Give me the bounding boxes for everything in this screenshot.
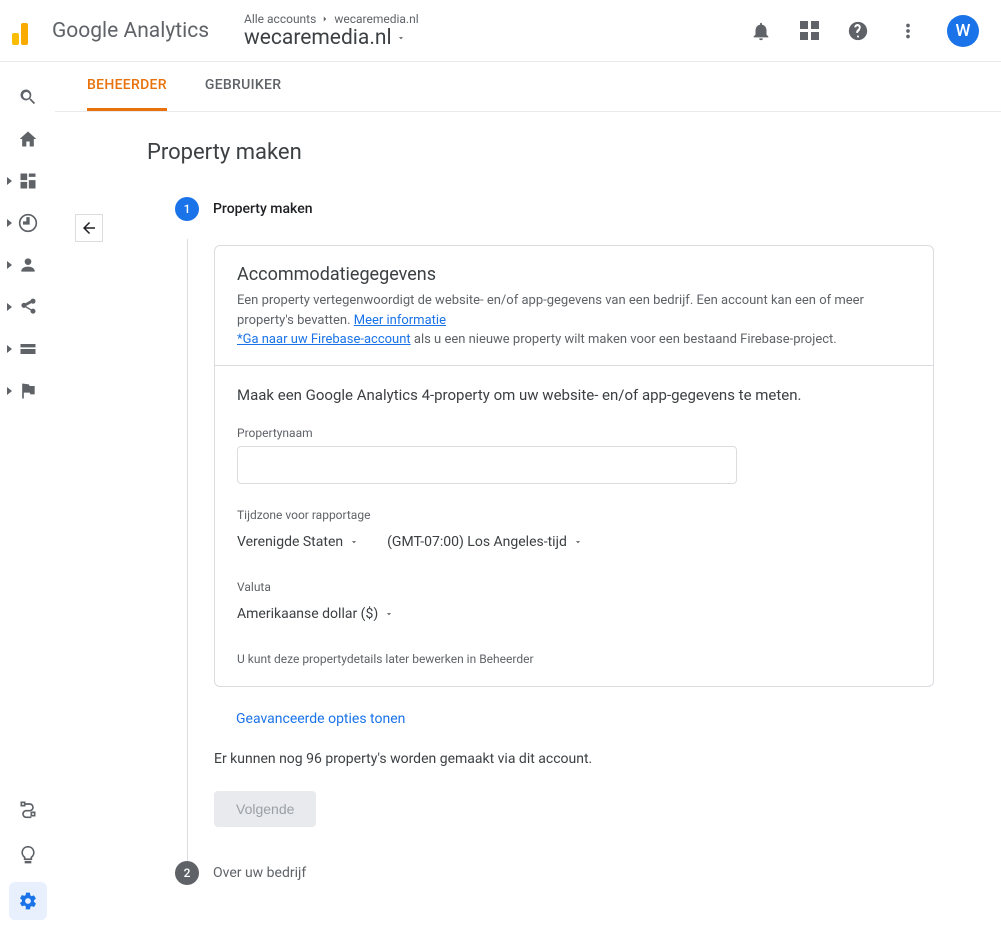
product-name: Google Analytics xyxy=(52,19,209,43)
sidebar-admin[interactable] xyxy=(9,882,47,920)
card-desc-text: Een property vertegenwoordigt de website… xyxy=(237,293,864,328)
dashboard-icon xyxy=(18,171,38,191)
chevron-down-icon xyxy=(396,33,406,43)
gear-icon xyxy=(18,891,38,911)
step-2-label: Over uw bedrijf xyxy=(213,865,306,881)
sidebar-flag[interactable] xyxy=(9,372,47,410)
chevron-down-icon xyxy=(573,537,583,547)
more-info-link[interactable]: Meer informatie xyxy=(354,313,446,328)
bulb-icon xyxy=(18,845,38,865)
currency-dropdown[interactable]: Amerikaanse dollar ($) xyxy=(237,600,911,628)
sidebar-attribution[interactable] xyxy=(9,790,47,828)
card-body: Maak een Google Analytics 4-property om … xyxy=(215,366,933,686)
caret-icon xyxy=(7,177,12,185)
tab-user[interactable]: GEBRUIKER xyxy=(205,62,282,111)
step-1-header: 1 Property maken xyxy=(175,197,1001,221)
sidebar-home[interactable] xyxy=(9,120,47,158)
caret-icon xyxy=(7,345,12,353)
timezone-offset-dropdown[interactable]: (GMT-07:00) Los Angeles-tijd xyxy=(387,528,583,556)
tz-offset-value: (GMT-07:00) Los Angeles-tijd xyxy=(387,534,567,550)
card-icon xyxy=(18,339,38,359)
card-head: Accommodatiegegevens Een property verteg… xyxy=(215,246,933,366)
more-vert-icon[interactable] xyxy=(897,20,919,42)
currency-value: Amerikaanse dollar ($) xyxy=(237,606,378,622)
ga4-message: Maak een Google Analytics 4-property om … xyxy=(237,386,911,404)
step-1-body: Accommodatiegegevens Een property verteg… xyxy=(187,239,1001,861)
chevron-right-icon xyxy=(320,14,330,24)
firebase-link[interactable]: *Ga naar uw Firebase-account xyxy=(237,332,411,347)
currency-label: Valuta xyxy=(237,580,911,594)
tab-admin[interactable]: BEHEERDER xyxy=(87,62,167,111)
caret-icon xyxy=(7,219,12,227)
quota-message: Er kunnen nog 96 property's worden gemaa… xyxy=(214,751,1001,767)
firebase-row: *Ga naar uw Firebase-account als u een n… xyxy=(237,332,911,347)
firebase-tail: als u een nieuwe property wilt maken voo… xyxy=(411,332,837,347)
tabs: BEHEERDER GEBRUIKER xyxy=(55,62,1001,112)
help-icon[interactable] xyxy=(847,20,869,42)
path-icon xyxy=(18,799,38,819)
sidebar xyxy=(0,62,55,936)
card-heading: Accommodatiegegevens xyxy=(237,264,911,285)
avatar-letter: W xyxy=(956,21,971,41)
property-name-input[interactable] xyxy=(237,446,737,484)
tz-country-value: Verenigde Staten xyxy=(237,534,343,550)
next-button[interactable]: Volgende xyxy=(214,791,316,827)
chevron-down-icon xyxy=(349,537,359,547)
caret-icon xyxy=(7,303,12,311)
sidebar-search[interactable] xyxy=(9,78,47,116)
person-icon xyxy=(18,255,38,275)
search-icon xyxy=(18,87,38,107)
breadcrumb-root: Alle accounts xyxy=(244,12,316,26)
account-switcher[interactable]: Alle accounts wecaremedia.nl wecaremedia… xyxy=(244,12,750,50)
header: Google Analytics Alle accounts wecaremed… xyxy=(0,0,1001,62)
caret-icon xyxy=(7,387,12,395)
sidebar-discover[interactable] xyxy=(9,836,47,874)
advanced-options-toggle[interactable]: Geavanceerde opties tonen xyxy=(236,711,1001,727)
sidebar-acquisition[interactable] xyxy=(9,288,47,326)
account-name-row: wecaremedia.nl xyxy=(244,26,750,50)
flag-icon xyxy=(18,381,38,401)
property-name-label: Propertynaam xyxy=(237,426,911,440)
page-title: Property maken xyxy=(147,140,1001,165)
edit-later-note: U kunt deze propertydetails later bewerk… xyxy=(237,652,911,666)
property-name-row: Propertynaam xyxy=(237,426,911,484)
timezone-country-dropdown[interactable]: Verenigde Staten xyxy=(237,528,359,556)
header-actions: W xyxy=(750,15,985,47)
collapse-panel-button[interactable] xyxy=(75,214,103,242)
apps-icon[interactable] xyxy=(800,21,819,40)
caret-icon xyxy=(7,261,12,269)
content: Property maken 1 Property maken Accommod… xyxy=(55,112,1001,885)
timezone-row: Tijdzone voor rapportage Verenigde State… xyxy=(237,508,911,556)
sidebar-realtime[interactable] xyxy=(9,204,47,242)
timezone-label: Tijdzone voor rapportage xyxy=(237,508,911,522)
chevron-down-icon xyxy=(384,609,394,619)
breadcrumb: Alle accounts wecaremedia.nl xyxy=(244,12,750,26)
property-card: Accommodatiegegevens Een property verteg… xyxy=(214,245,934,687)
clock-icon xyxy=(18,213,38,233)
breadcrumb-site: wecaremedia.nl xyxy=(334,12,418,26)
stepper: 1 Property maken Accommodatiegegevens Ee… xyxy=(175,197,1001,885)
sidebar-conversions[interactable] xyxy=(9,330,47,368)
step-1-circle: 1 xyxy=(175,197,199,221)
bell-icon[interactable] xyxy=(750,20,772,42)
avatar[interactable]: W xyxy=(947,15,979,47)
step-2-circle: 2 xyxy=(175,861,199,885)
account-name: wecaremedia.nl xyxy=(244,26,392,50)
main: BEHEERDER GEBRUIKER Property maken 1 Pro… xyxy=(55,62,1001,936)
home-icon xyxy=(18,129,38,149)
ga-logo-icon xyxy=(12,17,40,45)
currency-row: Valuta Amerikaanse dollar ($) xyxy=(237,580,911,628)
share-icon xyxy=(18,297,38,317)
sidebar-dashboards[interactable] xyxy=(9,162,47,200)
arrow-left-icon xyxy=(80,219,98,237)
logo-area: Google Analytics xyxy=(12,17,244,45)
card-description: Een property vertegenwoordigt de website… xyxy=(237,291,911,330)
step-2-header: 2 Over uw bedrijf xyxy=(175,861,1001,885)
sidebar-audience[interactable] xyxy=(9,246,47,284)
step-1-label: Property maken xyxy=(213,201,313,217)
